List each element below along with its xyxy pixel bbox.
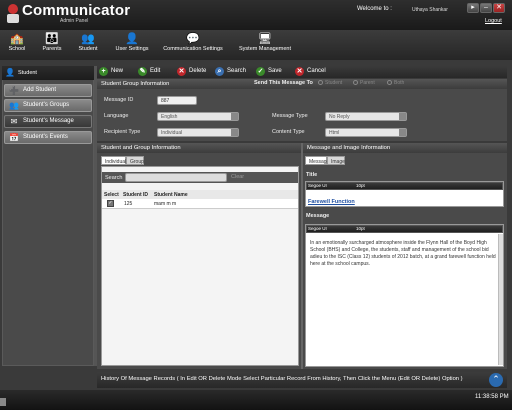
delete-icon: ✕ [177, 67, 186, 76]
new-button[interactable]: + New [98, 66, 130, 78]
send-to-both-radio[interactable]: Both [387, 80, 404, 86]
event-icon: 📅 [9, 133, 19, 142]
welcome-label: Welcome to : [357, 6, 392, 12]
tab-message[interactable]: Message [305, 156, 329, 165]
content-type-select[interactable]: Html [325, 128, 407, 137]
expand-up-icon[interactable]: ⌃ [489, 373, 503, 387]
nav-communication-settings[interactable]: 💬 Communication Settings [162, 32, 224, 58]
message-image-header: Message and Image Information [303, 143, 507, 153]
tab-image[interactable]: Image [327, 156, 345, 165]
message-type-label: Message Type [272, 113, 308, 119]
language-label: Language [104, 113, 129, 119]
sidebar-title: Student [2, 66, 94, 80]
message-id-field[interactable]: 887 [157, 96, 197, 105]
message-icon: ✉ [10, 117, 18, 126]
sidebar-item-students-groups[interactable]: 👥 Student's Groups [4, 99, 92, 112]
message-text: In an emotionally surcharged atmosphere … [310, 240, 496, 267]
content-type-label: Content Type [272, 129, 305, 135]
check-icon: ✓ [256, 67, 265, 76]
app-subtitle: Admin Panel [60, 18, 89, 24]
language-select[interactable]: English [157, 112, 239, 121]
sidebar-item-add-student[interactable]: ➕ Add Student [4, 84, 92, 97]
row-student-name: mam m m [154, 201, 177, 207]
clear-button[interactable]: Clear [231, 174, 244, 180]
message-id-label: Message ID [104, 97, 134, 103]
taskbar-icon[interactable] [0, 398, 6, 406]
school-icon: 🏫 [10, 33, 24, 45]
nav-system-management[interactable]: 🖥 System Management [238, 32, 292, 58]
system-management-icon: 🖥 [258, 33, 272, 45]
col-select: Select [104, 192, 119, 198]
logout-link[interactable]: Logout [485, 18, 502, 24]
nav-school[interactable]: 🏫 School [6, 32, 28, 58]
add-user-icon: ➕ [9, 86, 19, 95]
col-student-name: Student Name [154, 192, 188, 198]
title-text: Farewell Function [308, 199, 355, 205]
minimize-button[interactable]: – [480, 3, 492, 13]
save-button[interactable]: ✓ Save [255, 66, 287, 78]
message-label: Message [306, 213, 330, 219]
message-font-select[interactable]: Segoe UI [308, 226, 327, 231]
message-editor-toolbar [306, 225, 503, 233]
communication-settings-icon: 💬 [186, 33, 200, 45]
user-settings-icon: 👤 [125, 33, 139, 45]
close-button[interactable]: ✕ [493, 3, 505, 13]
message-size-select[interactable]: 10pt [356, 226, 365, 231]
group-icon: 👥 [9, 101, 19, 110]
message-scrollbar[interactable] [498, 234, 503, 365]
search-label: Search [105, 175, 123, 181]
title-label: Title [306, 172, 318, 178]
student-icon: 👤 [5, 68, 15, 77]
status-bar [0, 390, 512, 410]
send-to-student-radio[interactable]: Student [318, 80, 342, 86]
logo-icon [4, 3, 22, 25]
col-student-id: Student ID [123, 192, 148, 198]
nav-student[interactable]: 👥 Student [76, 32, 100, 58]
cancel-button[interactable]: ✕ Cancel [294, 66, 330, 78]
clock: 11:38:58 PM [475, 394, 509, 400]
history-bar[interactable]: History Of Message Records ( In Edit OR … [97, 372, 507, 388]
send-to-parent-radio[interactable]: Parent [353, 80, 375, 86]
cancel-icon: ✕ [295, 67, 304, 76]
student-group-header: Student and Group Information [97, 143, 301, 153]
recipient-type-label: Recipient Type [104, 129, 141, 135]
edit-button[interactable]: ✎ Edit [137, 66, 169, 78]
restore-button[interactable]: ▸ [467, 3, 479, 13]
search-button[interactable]: ⌕ Search [214, 66, 252, 78]
message-type-select[interactable]: No Reply [325, 112, 407, 121]
search-icon: ⌕ [215, 67, 224, 76]
recipient-type-select[interactable]: Individual [157, 128, 239, 137]
delete-button[interactable]: ✕ Delete [176, 66, 212, 78]
student-search-input[interactable] [125, 173, 227, 182]
student-icon: 👥 [81, 33, 95, 45]
app-title: Communicator [22, 2, 131, 19]
title-font-select[interactable]: Segoe UI [308, 183, 327, 188]
user-name: Uthaya Shankar [412, 7, 448, 13]
nav-user-settings[interactable]: 👤 User Settings [112, 32, 152, 58]
edit-icon: ✎ [138, 67, 147, 76]
title-size-select[interactable]: 10pt [356, 183, 365, 188]
title-editor-toolbar [306, 182, 503, 190]
tab-group[interactable]: Group [126, 156, 144, 165]
nav-parents[interactable]: 👪 Parents [40, 32, 64, 58]
parents-icon: 👪 [45, 33, 59, 45]
plus-icon: + [99, 67, 108, 76]
row-select-checkbox[interactable]: ✓ [107, 200, 114, 207]
row-student-id: 125 [124, 201, 133, 207]
sidebar-item-students-events[interactable]: 📅 Student's Events [4, 131, 92, 144]
send-to-label: Send This Message To [254, 80, 313, 86]
sidebar-item-students-message[interactable]: ✉ Student's Message [4, 115, 92, 128]
tab-individual[interactable]: Individual [101, 156, 126, 165]
